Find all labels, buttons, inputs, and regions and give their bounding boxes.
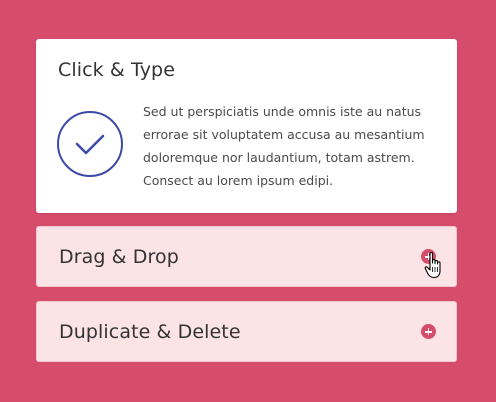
accordion-item-click-type[interactable]: Click & Type Sed ut perspiciatis unde om… [36, 39, 457, 213]
accordion-title[interactable]: Duplicate & Delete [59, 321, 241, 343]
accordion-item-duplicate-delete[interactable]: Duplicate & Delete [36, 301, 457, 362]
checkmark-circle-icon [57, 111, 123, 177]
plus-circle-icon[interactable] [421, 324, 436, 339]
body-text-line: Consect au lorem ipsum edipi. [143, 173, 334, 188]
body-text-line: doloremque nor laudantium, totam astrem. [143, 150, 415, 165]
body-text-line: errorae sit voluptatem accusa au mesanti… [143, 127, 425, 142]
body-text-line: Sed ut perspiciatis unde omnis iste au n… [143, 104, 422, 119]
accordion-title[interactable]: Drag & Drop [59, 246, 179, 268]
accordion-title[interactable]: Click & Type [58, 59, 175, 81]
accordion-body: Sed ut perspiciatis unde omnis iste au n… [143, 100, 443, 192]
accordion-item-drag-drop[interactable]: Drag & Drop [36, 226, 457, 287]
hand-pointer-icon [424, 251, 441, 279]
